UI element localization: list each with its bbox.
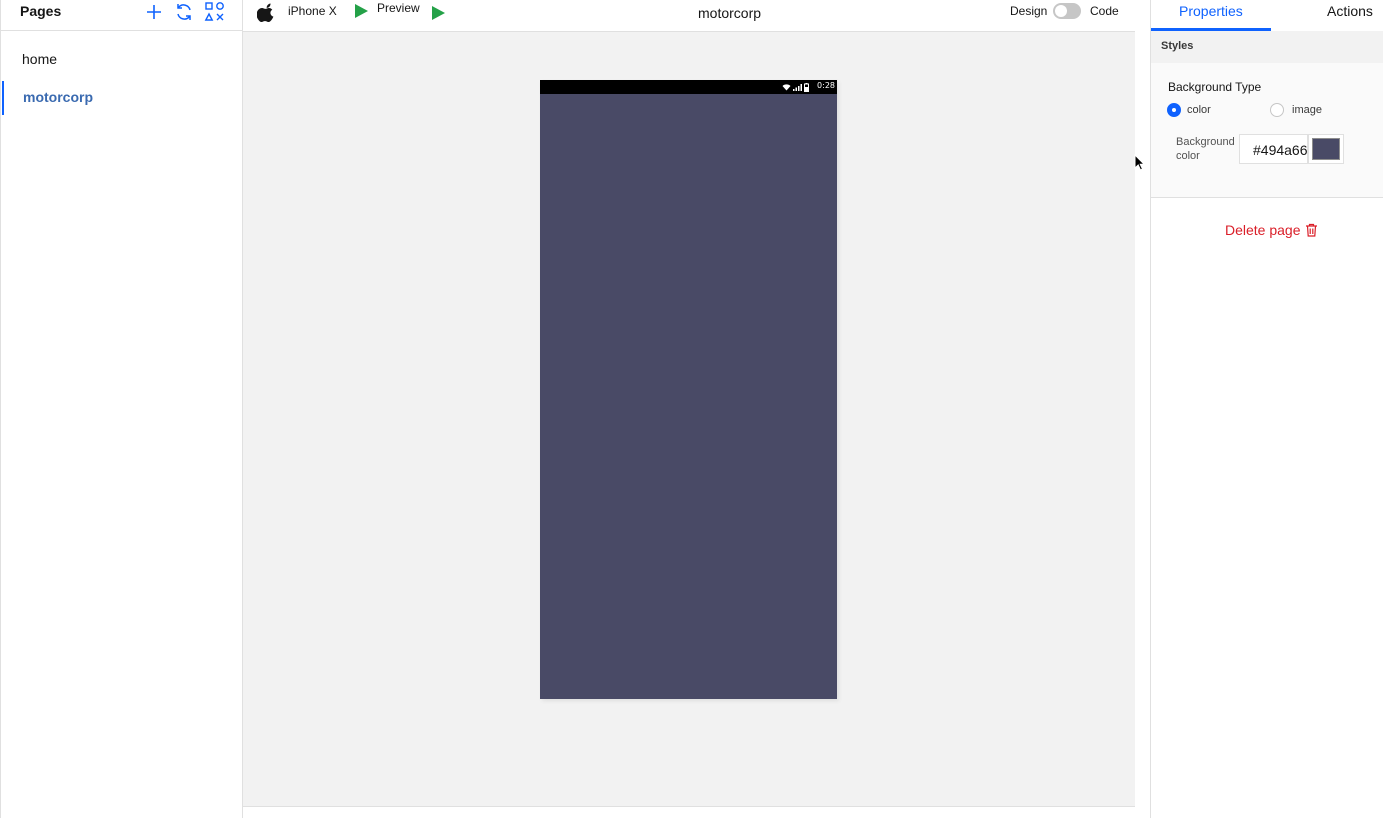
- background-color-label: Background color: [1176, 136, 1235, 162]
- radio-image[interactable]: [1270, 103, 1284, 117]
- color-swatch: [1312, 138, 1340, 160]
- signal-icon: [793, 84, 802, 91]
- pages-header: Pages: [1, 0, 243, 31]
- tab-properties[interactable]: Properties: [1151, 0, 1271, 31]
- panel-resize-gutter[interactable]: [1135, 0, 1150, 818]
- color-picker-button[interactable]: [1308, 134, 1344, 164]
- styles-section-title: Styles: [1161, 40, 1194, 52]
- preview-button[interactable]: Preview: [377, 1, 420, 15]
- toggle-knob: [1055, 5, 1067, 17]
- mouse-cursor-icon: [1134, 153, 1146, 172]
- editor-toolbar: iPhone X Preview motorcorp Design Code: [243, 0, 1135, 32]
- background-type-label: Background Type: [1168, 80, 1262, 94]
- pages-sidebar: Pages home motorcorp: [0, 0, 243, 818]
- current-page-name: motorcorp: [698, 5, 762, 21]
- page-item-home[interactable]: home: [2, 43, 243, 77]
- radio-color[interactable]: [1167, 103, 1181, 117]
- styles-section-body: Background Type color image Background c…: [1151, 63, 1383, 198]
- status-time: 0:28: [817, 81, 835, 90]
- background-color-input[interactable]: #494a66: [1239, 134, 1308, 164]
- delete-page-button[interactable]: Delete page: [1225, 220, 1318, 240]
- phone-status-bar: 0:28: [540, 80, 837, 94]
- refresh-icon[interactable]: [173, 1, 195, 23]
- panel-tabs: Properties Actions: [1151, 0, 1383, 31]
- properties-panel: Properties Actions Styles Background Typ…: [1150, 0, 1383, 818]
- phone-preview[interactable]: 0:28: [540, 80, 837, 699]
- plus-icon[interactable]: [143, 1, 165, 23]
- tab-label: Properties: [1179, 3, 1243, 19]
- page-item-label: motorcorp: [23, 89, 93, 105]
- page-item-motorcorp[interactable]: motorcorp: [2, 81, 243, 115]
- code-mode-label: Code: [1090, 4, 1119, 18]
- radio-color-label[interactable]: color: [1187, 104, 1211, 116]
- trash-icon: [1305, 223, 1317, 237]
- play-icon[interactable]: [353, 3, 369, 19]
- battery-icon: [804, 82, 809, 92]
- delete-page-label: Delete page: [1225, 222, 1301, 238]
- design-canvas[interactable]: 0:28: [243, 32, 1135, 806]
- status-icons: [782, 82, 809, 92]
- design-mode-label: Design: [1010, 4, 1048, 18]
- page-item-label: home: [22, 51, 58, 67]
- tab-actions[interactable]: Actions: [1299, 0, 1383, 31]
- wifi-icon: [782, 84, 791, 91]
- styles-section-header[interactable]: Styles: [1151, 31, 1383, 63]
- radio-image-label[interactable]: image: [1292, 104, 1322, 116]
- design-code-toggle[interactable]: [1053, 3, 1081, 19]
- apple-icon[interactable]: [256, 1, 277, 23]
- canvas-bottom-bar: [243, 806, 1135, 818]
- pages-title: Pages: [20, 3, 62, 19]
- run-preview-icon[interactable]: [430, 5, 446, 21]
- tab-label: Actions: [1327, 3, 1373, 19]
- device-selector[interactable]: iPhone X: [288, 4, 337, 18]
- components-icon[interactable]: [204, 1, 226, 23]
